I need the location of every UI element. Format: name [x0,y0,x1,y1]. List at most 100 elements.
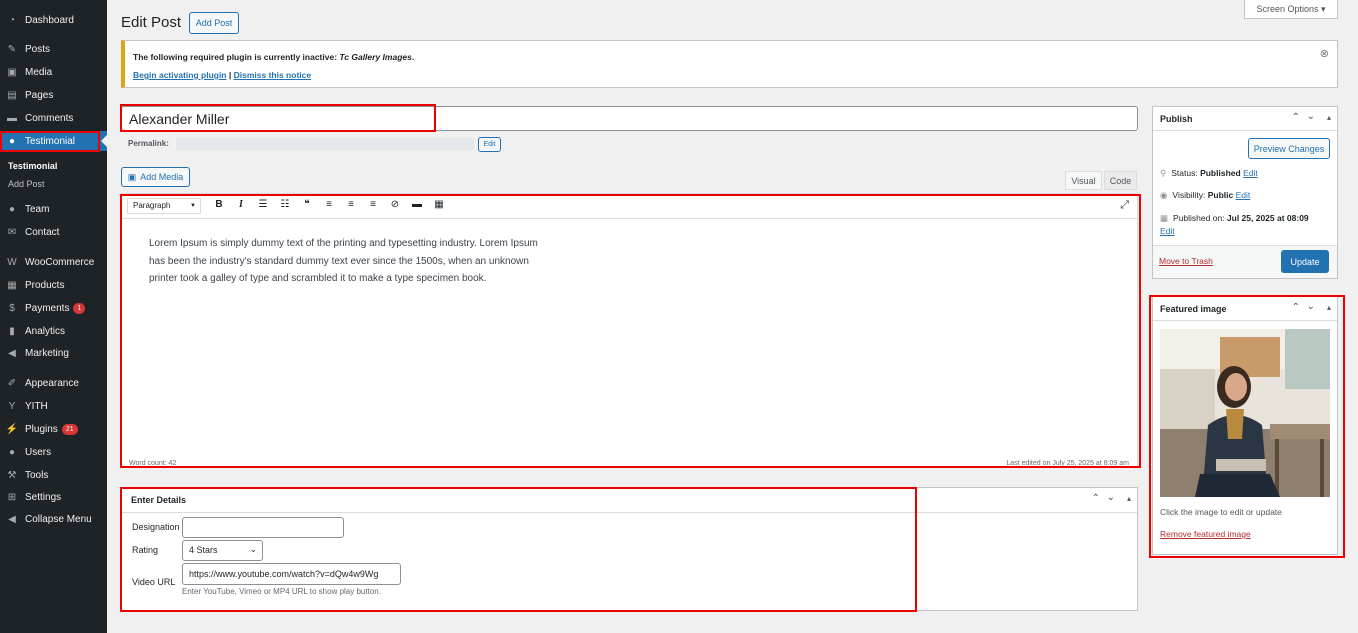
sidebar-item-contact[interactable]: ✉ Contact [0,222,107,242]
sidebar-item-comments[interactable]: ▬ Comments [0,108,107,128]
bold-icon[interactable]: B [208,199,230,215]
permalink-url[interactable] [176,138,474,150]
featured-image[interactable] [1160,329,1330,497]
numbered-list-icon[interactable]: ☷ [274,199,296,215]
preview-changes-button[interactable]: Preview Changes [1248,138,1330,159]
rating-value: 4 Stars [189,545,218,555]
page-scrollbar[interactable] [1350,0,1358,633]
settings-icon: ⊞ [7,491,17,503]
bullet-list-icon[interactable]: ☰ [252,199,274,215]
comments-icon: ▬ [7,112,17,124]
video-url-label: Video URL [132,577,176,587]
last-edited: Last edited on July 25, 2025 at 8:09 am [1006,460,1129,467]
blockquote-icon[interactable]: ❝ [296,199,318,215]
submenu-item-add-post[interactable]: Add Post [8,179,45,189]
sidebar-item-products[interactable]: ▦ Products [0,275,107,295]
sidebar-item-woocommerce[interactable]: W WooCommerce [0,252,107,272]
visibility-row: ◉ Visibility: Public Edit [1160,190,1250,201]
tab-code[interactable]: Code [1104,171,1137,190]
move-down-icon[interactable]: ⌄ [1307,301,1315,312]
sidebar-item-users[interactable]: ● Users [0,442,107,462]
sidebar-item-posts[interactable]: ✎ Posts [0,39,107,59]
sidebar-item-marketing[interactable]: ◀ Marketing [0,343,107,363]
edit-visibility-link[interactable]: Edit [1236,190,1251,200]
align-center-icon[interactable]: ≡ [340,199,362,215]
editor-content[interactable]: Lorem Ipsum is simply dummy text of the … [149,235,539,288]
add-post-button[interactable]: Add Post [189,12,239,34]
submenu-item-testimonial[interactable]: Testimonial [8,161,57,171]
publish-footer: Move to Trash Update [1153,245,1337,278]
move-up-icon[interactable]: ⌃ [1292,112,1300,123]
publish-title: Publish [1160,114,1193,124]
move-up-icon[interactable]: ⌃ [1092,493,1100,504]
tab-visual[interactable]: Visual [1065,171,1102,190]
edit-status-link[interactable]: Edit [1243,168,1258,178]
sidebar-item-settings[interactable]: ⊞ Settings [0,487,107,507]
dismiss-notice-link[interactable]: Dismiss this notice [234,70,311,80]
move-to-trash-link[interactable]: Move to Trash [1159,256,1213,266]
admin-sidebar: ◔ Dashboard ✎ Posts ▣ Media ▤ Pages ▬ Comments ● Te… [0,0,107,633]
notice-text: The following required plugin is current… [133,52,340,62]
toggle-panel-icon[interactable]: ▴ [1127,494,1131,503]
chevron-down-icon: ⌄ [249,544,257,554]
move-down-icon[interactable]: ⌄ [1107,492,1115,503]
editor-area: Paragraph ▼ B I ☰ ☷ ❝ ≡ ≡ ≡ ⊘ ▬ ▦ ⤢ Lorem Ipsum is … [121,193,1138,468]
sidebar-item-label: Collapse Menu [25,513,92,525]
sidebar-item-tools[interactable]: ⚒ Tools [0,465,107,485]
activate-plugin-link[interactable]: Begin activating plugin [133,70,227,80]
sidebar-item-pages[interactable]: ▤ Pages [0,85,107,105]
featured-image-box: Featured image ⌃ ⌄ ▴ Click the image to … [1152,296,1338,555]
sidebar-item-label: Users [25,446,52,458]
status-value: Published [1200,168,1241,178]
toggle-panel-icon[interactable]: ▴ [1327,113,1331,122]
align-right-icon[interactable]: ≡ [362,199,384,215]
sidebar-item-media[interactable]: ▣ Media [0,62,107,82]
post-title-input[interactable]: Alexander Miller [121,106,1138,131]
move-up-icon[interactable]: ⌃ [1292,302,1300,313]
plugin-icon: ⚡ [5,423,19,435]
toggle-panel-icon[interactable]: ▴ [1327,303,1331,312]
sidebar-item-team[interactable]: ● Team [0,199,107,219]
permalink-edit-button[interactable]: Edit [478,137,501,152]
featured-header: Featured image ⌃ ⌄ ▴ [1153,297,1337,321]
video-url-field[interactable]: https://www.youtube.com/watch?v=dQw4w9Wg [182,563,401,585]
sidebar-item-appearance[interactable]: ✐ Appearance [0,373,107,393]
dismiss-icon[interactable]: ⊗ [1320,47,1329,60]
editor-toolbar: Paragraph ▼ B I ☰ ☷ ❝ ≡ ≡ ≡ ⊘ ▬ ▦ ⤢ [122,194,1137,219]
notice-suffix: . [411,52,415,62]
read-more-icon[interactable]: ▬ [406,199,428,215]
update-button[interactable]: Update [1281,250,1329,273]
remove-featured-image-link[interactable]: Remove featured image [1160,529,1251,539]
sidebar-item-label: Dashboard [25,14,74,26]
edit-date-link[interactable]: Edit [1160,226,1175,236]
visibility-value: Public [1207,190,1234,200]
align-left-icon[interactable]: ≡ [318,199,340,215]
details-title: Enter Details [131,495,187,505]
pages-icon: ▤ [7,89,17,101]
woo-icon: W [7,256,17,268]
sidebar-item-analytics[interactable]: ▮ Analytics [0,321,107,341]
fullscreen-icon[interactable]: ⤢ [1120,199,1129,212]
sidebar-item-yith[interactable]: Y YITH [0,396,107,416]
link-icon[interactable]: ⊘ [384,199,406,215]
move-down-icon[interactable]: ⌄ [1307,111,1315,122]
sidebar-item-testimonial[interactable]: ● Testimonial [0,131,107,151]
visibility-label: Visibility: [1172,190,1208,200]
add-media-button[interactable]: ▣ Add Media [121,167,190,187]
sidebar-item-label: Pages [25,89,54,101]
sidebar-item-collapse-menu[interactable]: ◀ Collapse Menu [0,509,107,529]
designation-field[interactable] [182,517,344,538]
calendar-icon: ▦ [1160,213,1169,223]
sidebar-item-payments[interactable]: $ Payments 1 [0,298,107,318]
italic-icon[interactable]: I [230,199,252,215]
sidebar-item-plugins[interactable]: ⚡ Plugins 21 [0,419,107,439]
sidebar-item-label: Comments [25,112,74,124]
format-select[interactable]: Paragraph ▼ [127,198,201,214]
screen-options-button[interactable]: Screen Options ▾ [1244,0,1338,19]
rating-select[interactable]: 4 Stars ⌄ [182,540,263,561]
media-icon: ▣ [127,171,137,182]
details-header: Enter Details ⌃ ⌄ ▴ [122,488,1137,513]
toolbar-toggle-icon[interactable]: ▦ [428,199,450,215]
sidebar-item-dashboard[interactable]: ◔ Dashboard [0,10,107,30]
products-icon: ▦ [7,279,17,291]
